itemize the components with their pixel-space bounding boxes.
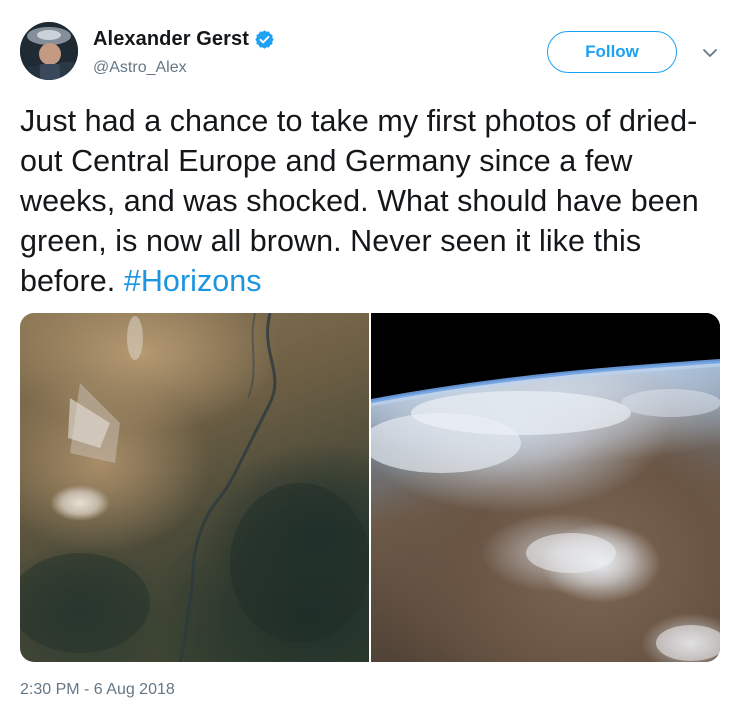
river-overlay bbox=[20, 313, 369, 662]
astronaut-portrait-icon bbox=[20, 22, 78, 80]
tweet-card: Alexander Gerst @Astro_Alex Follow Just … bbox=[0, 0, 743, 713]
photo-farmland[interactable] bbox=[20, 313, 369, 662]
photo-horizon[interactable] bbox=[371, 313, 720, 662]
chevron-down-icon[interactable] bbox=[700, 43, 720, 63]
tweet-text: Just had a chance to take my first photo… bbox=[20, 101, 720, 301]
author-handle[interactable]: @Astro_Alex bbox=[93, 59, 187, 77]
author-name-row: Alexander Gerst bbox=[93, 26, 275, 52]
follow-button[interactable]: Follow bbox=[547, 31, 677, 73]
tweet-timestamp[interactable]: 2:30 PM - 6 Aug 2018 bbox=[20, 681, 175, 699]
earth-horizon-overlay bbox=[371, 313, 720, 661]
verified-badge-icon bbox=[254, 29, 275, 50]
tweet-body: Just had a chance to take my first photo… bbox=[20, 104, 699, 298]
media-grid bbox=[20, 313, 720, 662]
avatar[interactable] bbox=[20, 22, 78, 80]
hashtag-link[interactable]: #Horizons bbox=[124, 264, 262, 298]
author-display-name[interactable]: Alexander Gerst bbox=[93, 28, 249, 51]
